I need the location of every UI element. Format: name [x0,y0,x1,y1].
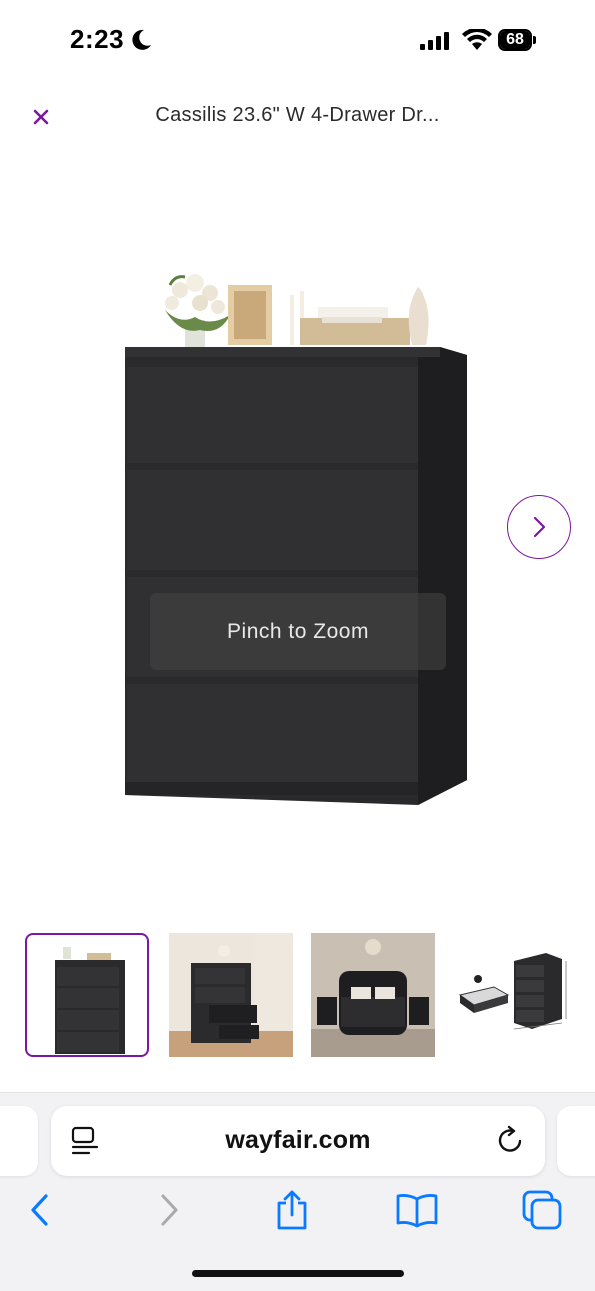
pinch-to-zoom-hint: Pinch to Zoom [150,593,446,670]
picture-frame [228,285,272,345]
next-image-button[interactable] [507,495,571,559]
bookmarks-button[interactable] [393,1186,441,1234]
tabs-button[interactable] [518,1186,566,1234]
thumbnail-room-image [169,933,293,1057]
address-bar[interactable]: wayfair.com [51,1106,545,1176]
battery-level: 68 [500,31,530,49]
drawer-2 [127,470,418,570]
storage-basket [300,307,410,345]
flower-vase [165,274,230,348]
back-icon [31,1194,48,1226]
thumbnail-bedroom-image [311,933,435,1057]
ceramic-vase [408,287,429,345]
thumbnail-3[interactable] [311,933,435,1057]
signal-icon [420,32,449,50]
thumbnail-dresser-image [55,947,125,1054]
bookmarks-icon [396,1194,438,1228]
reload-icon[interactable] [497,1125,525,1155]
forward-icon [161,1194,178,1226]
moon-icon [132,29,151,50]
tabs-icon [522,1190,562,1230]
thumbnail-1[interactable] [25,933,149,1057]
drawer-1 [127,367,418,463]
product-image[interactable] [100,255,500,815]
thumbnail-4[interactable] [454,933,578,1057]
thumbnail-2[interactable] [169,933,293,1057]
url-text: wayfair.com [225,1126,371,1154]
thumbnail-dimensions-image [458,953,567,1030]
battery-icon: 68 [498,29,538,51]
page-title: Cassilis 23.6" W 4-Drawer Dr... [155,104,440,126]
share-icon [277,1190,307,1230]
back-button[interactable] [16,1186,64,1234]
status-time: 2:23 [70,24,125,54]
previous-tab-preview[interactable] [0,1106,38,1176]
forward-button[interactable] [145,1186,193,1234]
share-button[interactable] [268,1186,316,1234]
home-indicator [192,1270,404,1277]
next-tab-preview[interactable] [557,1106,595,1176]
wifi-icon [462,29,492,50]
drawer-4 [127,684,418,783]
chevron-right-icon [533,516,546,538]
